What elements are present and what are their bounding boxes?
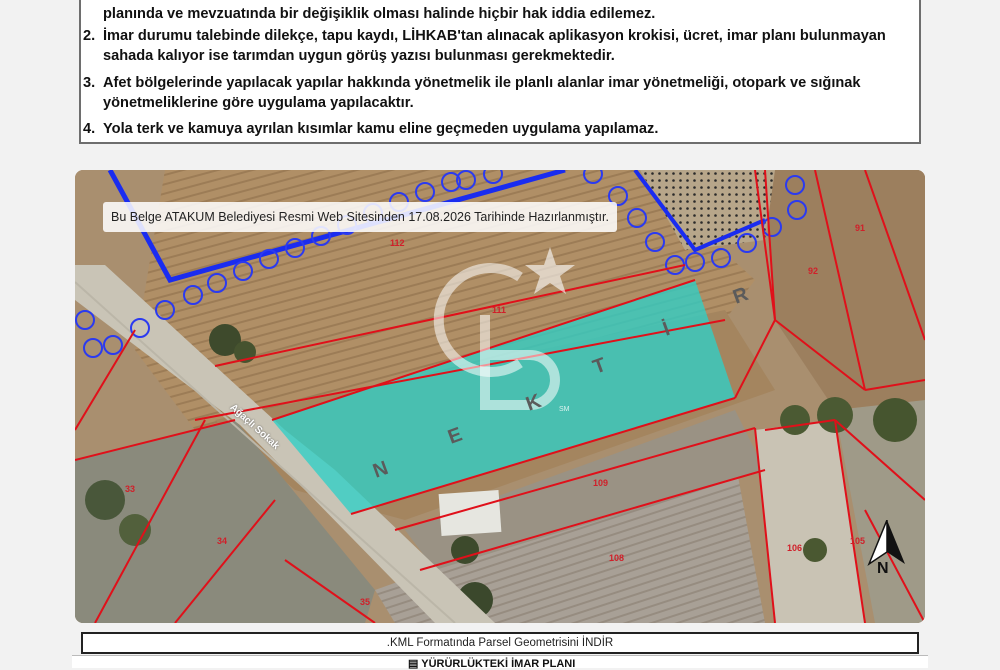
note-3-text: Afet bölgelerinde yapılacak yapılar hakk… bbox=[103, 75, 861, 111]
next-section-label: YÜRÜRLÜKTEKİ İMAR PLANI bbox=[421, 658, 576, 670]
note-1-text: planında ve mevzuatında bir değişiklik o… bbox=[103, 6, 656, 22]
parcel-label: 35 bbox=[360, 597, 371, 607]
parcel-label: 34 bbox=[217, 536, 228, 546]
north-label: N bbox=[877, 560, 889, 577]
note-3-number: 3. bbox=[83, 75, 96, 91]
document-icon: ▤ bbox=[408, 658, 419, 670]
kml-download-link[interactable]: .KML Formatında Parsel Geometrisini İNDİ… bbox=[81, 632, 919, 654]
parcel-label: 33 bbox=[125, 484, 136, 494]
note-2-text: İmar durumu talebinde dilekçe, tapu kayd… bbox=[103, 28, 886, 64]
parcel-label: 108 bbox=[609, 553, 625, 563]
parcel-label: 111 bbox=[492, 305, 507, 315]
watermark-logo: SM bbox=[433, 247, 575, 413]
note-4-number: 4. bbox=[83, 121, 96, 137]
parcel-label: 105 bbox=[850, 536, 866, 546]
next-section-header: ▤ YÜRÜRLÜKTEKİ İMAR PLANI bbox=[72, 655, 928, 670]
parcel-label: 112 bbox=[390, 238, 405, 248]
plan-notes-card: planında ve mevzuatında bir değişiklik o… bbox=[79, 0, 921, 144]
note-2-number: 2. bbox=[83, 28, 96, 44]
parcel-map[interactable]: Bu Belge ATAKUM Belediyesi Resmi Web Sit… bbox=[75, 170, 925, 623]
note-4-text: Yola terk ve kamuya ayrılan kısımlar kam… bbox=[103, 121, 659, 137]
watermark-mark-text: SM bbox=[559, 406, 570, 413]
parcel-label: 106 bbox=[787, 543, 803, 553]
parcel-label: 91 bbox=[855, 223, 866, 233]
parcel-label: 92 bbox=[808, 266, 819, 276]
parcel-label: 109 bbox=[593, 478, 609, 488]
document-timestamp-banner: Bu Belge ATAKUM Belediyesi Resmi Web Sit… bbox=[103, 202, 617, 232]
